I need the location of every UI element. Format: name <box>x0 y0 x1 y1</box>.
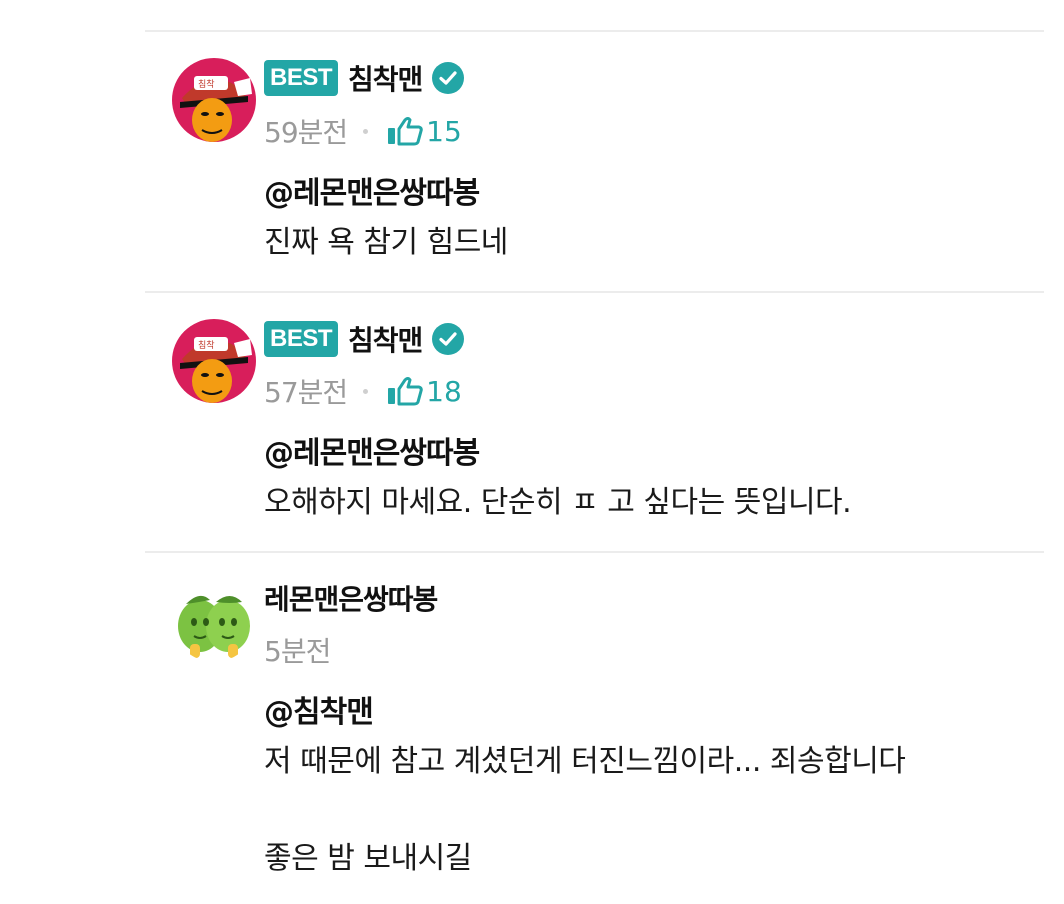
like-button[interactable]: 15 <box>386 115 462 148</box>
mention-text[interactable]: @레몬맨은쌍따봉 <box>264 168 480 212</box>
thumbs-up-icon <box>388 377 423 406</box>
separator-dot <box>363 388 369 394</box>
svg-text:침착: 침착 <box>198 340 215 351</box>
mention-text[interactable]: @침착맨 <box>264 687 374 731</box>
author-name[interactable]: 침착맨 <box>348 58 423 98</box>
thumbs-up-icon <box>388 117 423 146</box>
separator-dot <box>363 128 369 134</box>
comment-text: 오해하지 마세요. 단순히 ㅍ 고 싶다는 뜻입니다. <box>264 485 852 520</box>
comment-text: 진짜 욕 참기 힘드네 <box>264 225 508 260</box>
like-count: 18 <box>426 374 462 408</box>
comment-text: 저 때문에 참고 계셨던게 터진느낌이라... 죄송합니다 <box>264 744 906 779</box>
avatar[interactable]: 침착 <box>172 58 256 142</box>
best-badge: BEST <box>264 60 339 96</box>
comment-time: 57분전 <box>264 376 348 409</box>
svg-text:침착: 침착 <box>198 79 215 90</box>
comment-time: 5분전 <box>264 635 331 668</box>
divider <box>145 551 1044 553</box>
avatar[interactable] <box>172 578 256 662</box>
mention-text[interactable]: @레몬맨은쌍따봉 <box>264 428 480 472</box>
author-name[interactable]: 레몬맨은쌍따봉 <box>264 578 438 618</box>
best-badge: BEST <box>264 321 339 357</box>
comment-time: 59분전 <box>264 116 348 149</box>
verified-check-icon <box>432 323 465 355</box>
like-count: 15 <box>426 114 462 148</box>
divider <box>145 30 1044 32</box>
like-button[interactable]: 18 <box>386 375 462 408</box>
author-name[interactable]: 침착맨 <box>348 319 423 359</box>
verified-check-icon <box>432 62 465 94</box>
avatar[interactable]: 침착 <box>172 319 256 403</box>
divider <box>145 291 1044 293</box>
comment-text: 좋은 밤 보내시길 <box>264 841 472 876</box>
